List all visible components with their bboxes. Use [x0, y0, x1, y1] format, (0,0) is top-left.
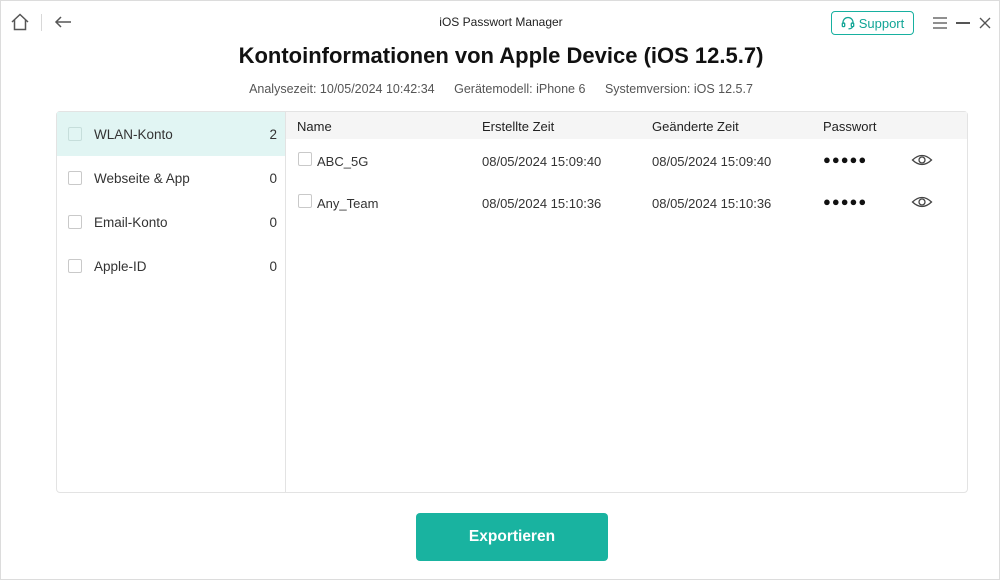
account-name: ABC_5G	[317, 154, 369, 169]
table-header: Name Erstellte Zeit Geänderte Zeit Passw…	[286, 112, 967, 139]
accounts-panel: WLAN-Konto 2 Webseite & App 0 Email-Kont…	[56, 111, 968, 493]
created-time: 08/05/2024 15:10:36	[482, 196, 602, 211]
category-checkbox[interactable]	[68, 259, 82, 273]
row-checkbox[interactable]	[298, 152, 312, 166]
category-checkbox[interactable]	[68, 127, 82, 141]
close-icon[interactable]	[978, 16, 992, 30]
table-row[interactable]: Any_Team 08/05/2024 15:10:36 08/05/2024 …	[286, 182, 967, 224]
support-button[interactable]: Support	[831, 11, 914, 35]
sidebar-item-count: 0	[269, 171, 277, 186]
sidebar-item-label: Webseite & App	[94, 171, 190, 186]
changed-time: 08/05/2024 15:09:40	[652, 154, 772, 169]
title-bar: iOS Passwort Manager Support	[1, 1, 1000, 43]
eye-icon[interactable]	[911, 152, 933, 168]
category-sidebar: WLAN-Konto 2 Webseite & App 0 Email-Kont…	[57, 112, 286, 492]
eye-icon[interactable]	[911, 194, 933, 210]
sidebar-item-count: 0	[269, 259, 277, 274]
sidebar-item-count: 2	[269, 127, 277, 142]
category-checkbox[interactable]	[68, 215, 82, 229]
sidebar-item-email[interactable]: Email-Konto 0	[57, 200, 285, 244]
minimize-icon[interactable]	[956, 22, 970, 24]
column-header-created[interactable]: Erstellte Zeit	[482, 119, 554, 134]
support-label: Support	[858, 15, 905, 31]
column-header-changed[interactable]: Geänderte Zeit	[652, 119, 739, 134]
created-time: 08/05/2024 15:09:40	[482, 154, 602, 169]
category-checkbox[interactable]	[68, 171, 82, 185]
analysis-time: Analysezeit: 10/05/2024 10:42:34	[249, 82, 435, 96]
sidebar-item-website-app[interactable]: Webseite & App 0	[57, 156, 285, 200]
sidebar-item-count: 0	[269, 215, 277, 230]
column-header-name[interactable]: Name	[297, 119, 332, 134]
sidebar-item-apple-id[interactable]: Apple-ID 0	[57, 244, 285, 288]
changed-time: 08/05/2024 15:10:36	[652, 196, 772, 211]
device-model: Gerätemodell: iPhone 6	[454, 82, 586, 96]
export-button[interactable]: Exportieren	[416, 513, 608, 561]
sidebar-item-label: WLAN-Konto	[94, 127, 173, 142]
row-checkbox[interactable]	[298, 194, 312, 208]
table-row[interactable]: ABC_5G 08/05/2024 15:09:40 08/05/2024 15…	[286, 140, 967, 182]
account-name: Any_Team	[317, 196, 379, 211]
accounts-table: Name Erstellte Zeit Geänderte Zeit Passw…	[286, 112, 967, 492]
masked-password: ●●●●●	[823, 194, 868, 209]
system-version: Systemversion: iOS 12.5.7	[604, 82, 753, 96]
menu-icon[interactable]	[932, 16, 948, 30]
masked-password: ●●●●●	[823, 152, 868, 167]
sidebar-item-label: Email-Konto	[94, 215, 168, 230]
app-window: iOS Passwort Manager Support Kontoinform…	[0, 0, 1000, 580]
headset-icon	[841, 16, 855, 30]
sidebar-item-label: Apple-ID	[94, 259, 147, 274]
page-title: Kontoinformationen von Apple Device (iOS…	[238, 43, 764, 68]
sidebar-item-wlan[interactable]: WLAN-Konto 2	[57, 112, 285, 156]
column-header-password: Passwort	[823, 119, 877, 134]
device-meta: Analysezeit: 10/05/2024 10:42:34 Gerätem…	[1, 82, 1000, 96]
